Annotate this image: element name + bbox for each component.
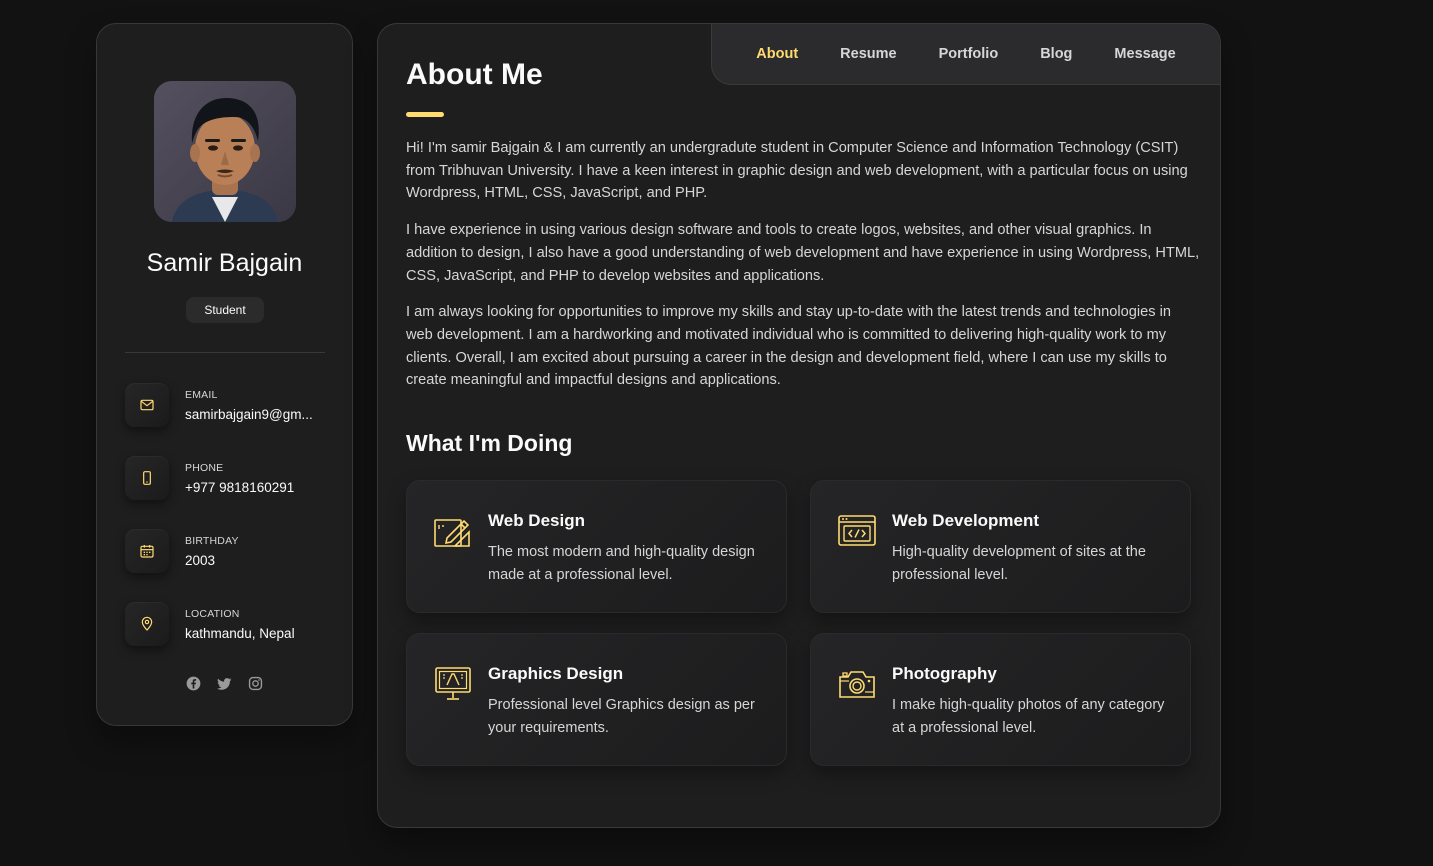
title-underline bbox=[406, 112, 444, 117]
calendar-icon bbox=[140, 545, 154, 558]
avatar-image bbox=[154, 81, 296, 222]
twitter-icon[interactable] bbox=[217, 676, 232, 691]
code-window-icon bbox=[838, 515, 876, 546]
contact-label: Birthday bbox=[185, 535, 239, 547]
services-title: What I'm Doing bbox=[406, 430, 573, 456]
separator bbox=[125, 352, 325, 353]
about-paragraph: Hi! I'm samir Bajgain & I am currently a… bbox=[406, 140, 1188, 202]
facebook-icon[interactable] bbox=[186, 676, 201, 691]
avatar bbox=[154, 81, 296, 222]
mail-icon bbox=[140, 399, 154, 411]
contact-label: Location bbox=[185, 608, 240, 620]
service-text: High-quality development of sites at the… bbox=[892, 544, 1146, 583]
navbar: About Resume Portfolio Blog Message bbox=[711, 24, 1220, 85]
main-content: About Resume Portfolio Blog Message Abou… bbox=[377, 23, 1221, 828]
contact-email: Email samirbajgain9@gm... bbox=[125, 383, 335, 429]
profile-sidebar: Samir Bajgain Student Email samirbajgain… bbox=[96, 23, 353, 726]
service-text: I make high-quality photos of any catego… bbox=[892, 697, 1165, 736]
nav-portfolio[interactable]: Portfolio bbox=[939, 46, 999, 62]
monitor-design-icon bbox=[435, 667, 471, 700]
location-pin-icon bbox=[141, 616, 153, 631]
phone-icon-box bbox=[125, 456, 169, 500]
social-links bbox=[97, 676, 352, 691]
design-pen-icon bbox=[434, 519, 470, 547]
about-text: Hi! I'm samir Bajgain & I am currently a… bbox=[406, 137, 1201, 406]
birthday-value: 2003 bbox=[185, 553, 216, 568]
service-card-photography: Photography I make high-quality photos o… bbox=[810, 633, 1191, 766]
location-value: kathmandu, Nepal bbox=[185, 626, 295, 641]
contact-phone: Phone +977 9818160291 bbox=[125, 456, 335, 502]
service-title: Graphics Design bbox=[488, 664, 624, 683]
email-link[interactable]: samirbajgain9@gm... bbox=[185, 407, 325, 422]
service-card-graphics-design: Graphics Design Professional level Graph… bbox=[406, 633, 787, 766]
nav-resume[interactable]: Resume bbox=[840, 46, 896, 62]
nav-blog[interactable]: Blog bbox=[1040, 46, 1072, 62]
calendar-icon-box bbox=[125, 529, 169, 573]
mail-icon-box bbox=[125, 383, 169, 427]
profile-title-badge: Student bbox=[186, 297, 264, 323]
service-text: Professional level Graphics design as pe… bbox=[488, 697, 755, 736]
phone-icon bbox=[143, 471, 151, 485]
profile-name: Samir Bajgain bbox=[146, 249, 303, 277]
nav-about[interactable]: About bbox=[756, 46, 798, 62]
service-text: The most modern and high-quality design … bbox=[488, 544, 755, 583]
contact-location: Location kathmandu, Nepal bbox=[125, 602, 335, 648]
phone-link[interactable]: +977 9818160291 bbox=[185, 480, 325, 495]
service-title: Photography bbox=[892, 664, 997, 683]
contact-birthday: Birthday 2003 bbox=[125, 529, 335, 575]
nav-message[interactable]: Message bbox=[1114, 46, 1175, 62]
contact-label: Phone bbox=[185, 462, 224, 474]
service-title: Web Design bbox=[488, 511, 585, 530]
page-title: About Me bbox=[406, 58, 543, 91]
instagram-icon[interactable] bbox=[248, 676, 263, 691]
service-card-web-design: Web Design The most modern and high-qual… bbox=[406, 480, 787, 613]
about-paragraph: I am always looking for opportunities to… bbox=[406, 304, 1171, 389]
service-card-web-development: Web Development High-quality development… bbox=[810, 480, 1191, 613]
camera-icon bbox=[839, 671, 875, 698]
contact-label: Email bbox=[185, 389, 218, 401]
service-title: Web Development bbox=[892, 511, 1040, 530]
location-icon-box bbox=[125, 602, 169, 646]
about-paragraph: I have experience in using various desig… bbox=[406, 222, 1200, 284]
